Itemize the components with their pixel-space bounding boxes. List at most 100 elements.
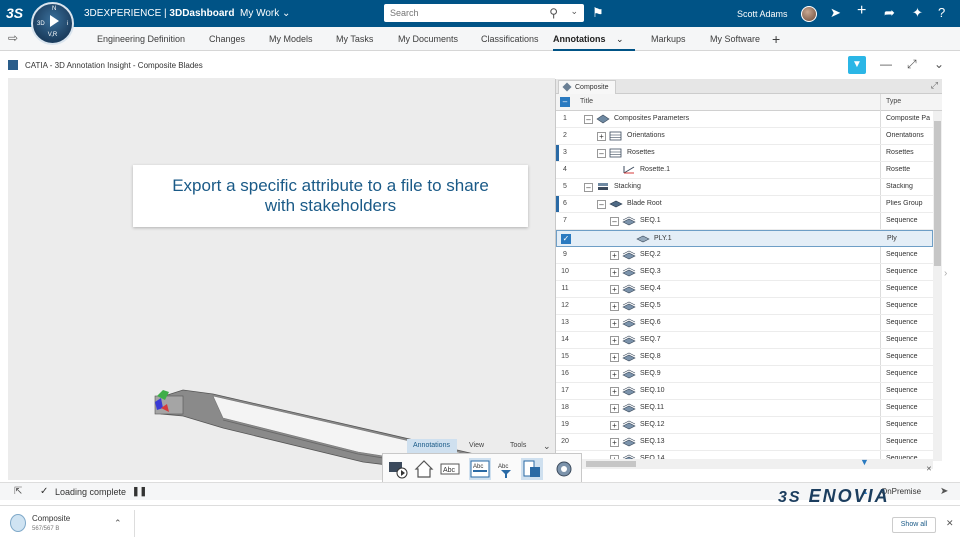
add-icon[interactable]: + [857,2,866,20]
tree-row[interactable]: 11 + SEQ.4 Sequence [556,281,933,298]
annotation-list-icon[interactable]: Abc [469,458,491,480]
horizontal-scrollbar[interactable] [556,459,933,469]
expand-icon[interactable]: + [610,251,619,260]
cursor-mode-icon[interactable]: ⇱ [14,486,22,497]
settings-icon[interactable] [553,458,575,480]
avatar[interactable] [801,6,817,22]
tab-my-models[interactable]: My Models [269,27,313,51]
expand-icon[interactable]: + [610,268,619,277]
tree-row[interactable]: 9 + SEQ.2 Sequence [556,247,933,264]
forward-icon[interactable]: ➦ [884,5,895,21]
search-box[interactable]: ⚲ ⌄ [384,4,584,22]
tab-my-documents[interactable]: My Documents [398,27,458,51]
share-icon[interactable]: ➤ [830,5,841,21]
tree-row[interactable]: 17 + SEQ.10 Sequence [556,383,933,400]
collapse-panel-icon[interactable]: › [944,268,947,279]
tree-row[interactable]: 3 – Rosettes Rosettes [556,145,933,162]
video-icon[interactable] [387,458,409,480]
tree-row[interactable]: 4 Rosette.1 Rosette [556,162,933,179]
home-icon[interactable] [413,458,435,480]
expand-icon[interactable]: + [610,438,619,447]
tree-row[interactable]: 12 + SEQ.5 Sequence [556,298,933,315]
expand-icon[interactable]: ⤢ [907,57,917,72]
3d-viewer[interactable]: Export a specific attribute to a file to… [8,78,555,489]
chevron-down-icon[interactable]: ⌄ [616,34,624,44]
select-all-checkbox[interactable]: – [560,97,570,107]
minimize-icon[interactable]: — [880,57,892,71]
compass[interactable]: N 3D i V,R [31,2,74,45]
h-scroll-thumb[interactable] [586,461,636,467]
row-checkbox[interactable]: ✓ [561,234,571,244]
chevron-down-icon[interactable]: ⌄ [537,439,557,453]
tools-icon[interactable]: ✦ [912,5,923,21]
download-file-name[interactable]: Composite [32,514,70,523]
tab-changes[interactable]: Changes [209,27,245,51]
expand-icon[interactable]: + [610,285,619,294]
expand-icon[interactable]: + [610,353,619,362]
expand-icon[interactable]: + [610,302,619,311]
expand-panel-icon[interactable]: ⤢ [931,80,938,91]
toolbar-tab-annotations[interactable]: Annotations [407,439,457,453]
close-icon[interactable]: ✕ [926,465,932,473]
tab-markups[interactable]: Markups [651,27,686,51]
toolbar-tab-tools[interactable]: Tools [504,439,532,453]
download-file-icon[interactable] [10,514,26,532]
help-icon[interactable]: ? [938,5,945,20]
chevron-down-icon[interactable]: ⌄ [570,6,578,17]
tab-engineering-definition[interactable]: Engineering Definition [97,27,185,51]
collapse-icon[interactable]: – [584,115,593,124]
tree-row[interactable]: 1 – Composites Parameters Composite Pa [556,111,933,128]
tree-row[interactable]: 6 – Blade Root Plies Group [556,196,933,213]
search-input[interactable] [384,4,534,22]
tree-row[interactable]: 20 + SEQ.13 Sequence [556,434,933,451]
tag-icon[interactable]: ⚑ [592,5,604,21]
chevron-down-icon[interactable]: ⌄ [282,8,290,19]
filter-button[interactable]: ▼ [848,56,866,74]
collapse-icon[interactable]: – [610,217,619,226]
tab-my-tasks[interactable]: My Tasks [336,27,373,51]
tree-row[interactable]: 10 + SEQ.3 Sequence [556,264,933,281]
tree-row[interactable]: ✓ PLY.1 Ply [556,230,933,247]
search-icon[interactable]: ⚲ [549,6,558,20]
close-icon[interactable]: ✕ [946,518,954,529]
tree-row[interactable]: 5 – Stacking Stacking [556,179,933,196]
tab-my-software[interactable]: My Software [710,27,760,51]
toolbar-tab-view[interactable]: View [463,439,490,453]
tab-classifications[interactable]: Classifications [481,27,539,51]
chevron-down-icon[interactable]: ⌄ [934,57,944,71]
tab-annotations[interactable]: Annotations ⌄ [553,27,635,51]
export-attribute-icon[interactable] [521,458,543,480]
pause-icon[interactable]: ❚❚ [132,486,147,497]
user-name[interactable]: Scott Adams [737,9,788,19]
chevron-up-icon[interactable]: ⌃ [114,518,122,529]
dashboard-name[interactable]: My Work [240,8,279,19]
collapse-icon[interactable]: – [597,149,606,158]
play-icon[interactable] [50,15,59,27]
tree-row[interactable]: 18 + SEQ.11 Sequence [556,400,933,417]
tree-row[interactable]: 2 + Orientations Orientations [556,128,933,145]
filter-icon[interactable]: ▼ [860,457,869,467]
expand-icon[interactable]: + [610,421,619,430]
tree-tab-composite[interactable]: Composite [558,80,616,94]
add-tab-icon[interactable]: + [772,27,780,51]
expand-icon[interactable]: + [610,336,619,345]
annotation-filter-icon[interactable]: Abc [495,458,517,480]
tree-row[interactable]: 15 + SEQ.8 Sequence [556,349,933,366]
tree-row[interactable]: 13 + SEQ.6 Sequence [556,315,933,332]
expand-icon[interactable]: + [610,387,619,396]
vertical-scrollbar[interactable] [933,111,942,461]
expand-icon[interactable]: + [610,319,619,328]
expand-icon[interactable]: + [610,404,619,413]
tree-row[interactable]: 19 + SEQ.12 Sequence [556,417,933,434]
tree-row[interactable]: 16 + SEQ.9 Sequence [556,366,933,383]
side-menu-icon[interactable]: ⇨ [8,31,18,45]
show-all-button[interactable]: Show all [892,517,936,533]
navigate-icon[interactable]: ➤ [940,486,948,497]
expand-icon[interactable]: + [597,132,606,141]
column-title[interactable]: Title [580,98,593,105]
3ds-logo[interactable]: 3S [6,5,23,21]
column-type[interactable]: Type [886,98,901,105]
text-annotation-icon[interactable]: Abc [439,458,461,480]
tree-row[interactable]: 7 – SEQ.1 Sequence [556,213,933,230]
collapse-icon[interactable]: – [584,183,593,192]
